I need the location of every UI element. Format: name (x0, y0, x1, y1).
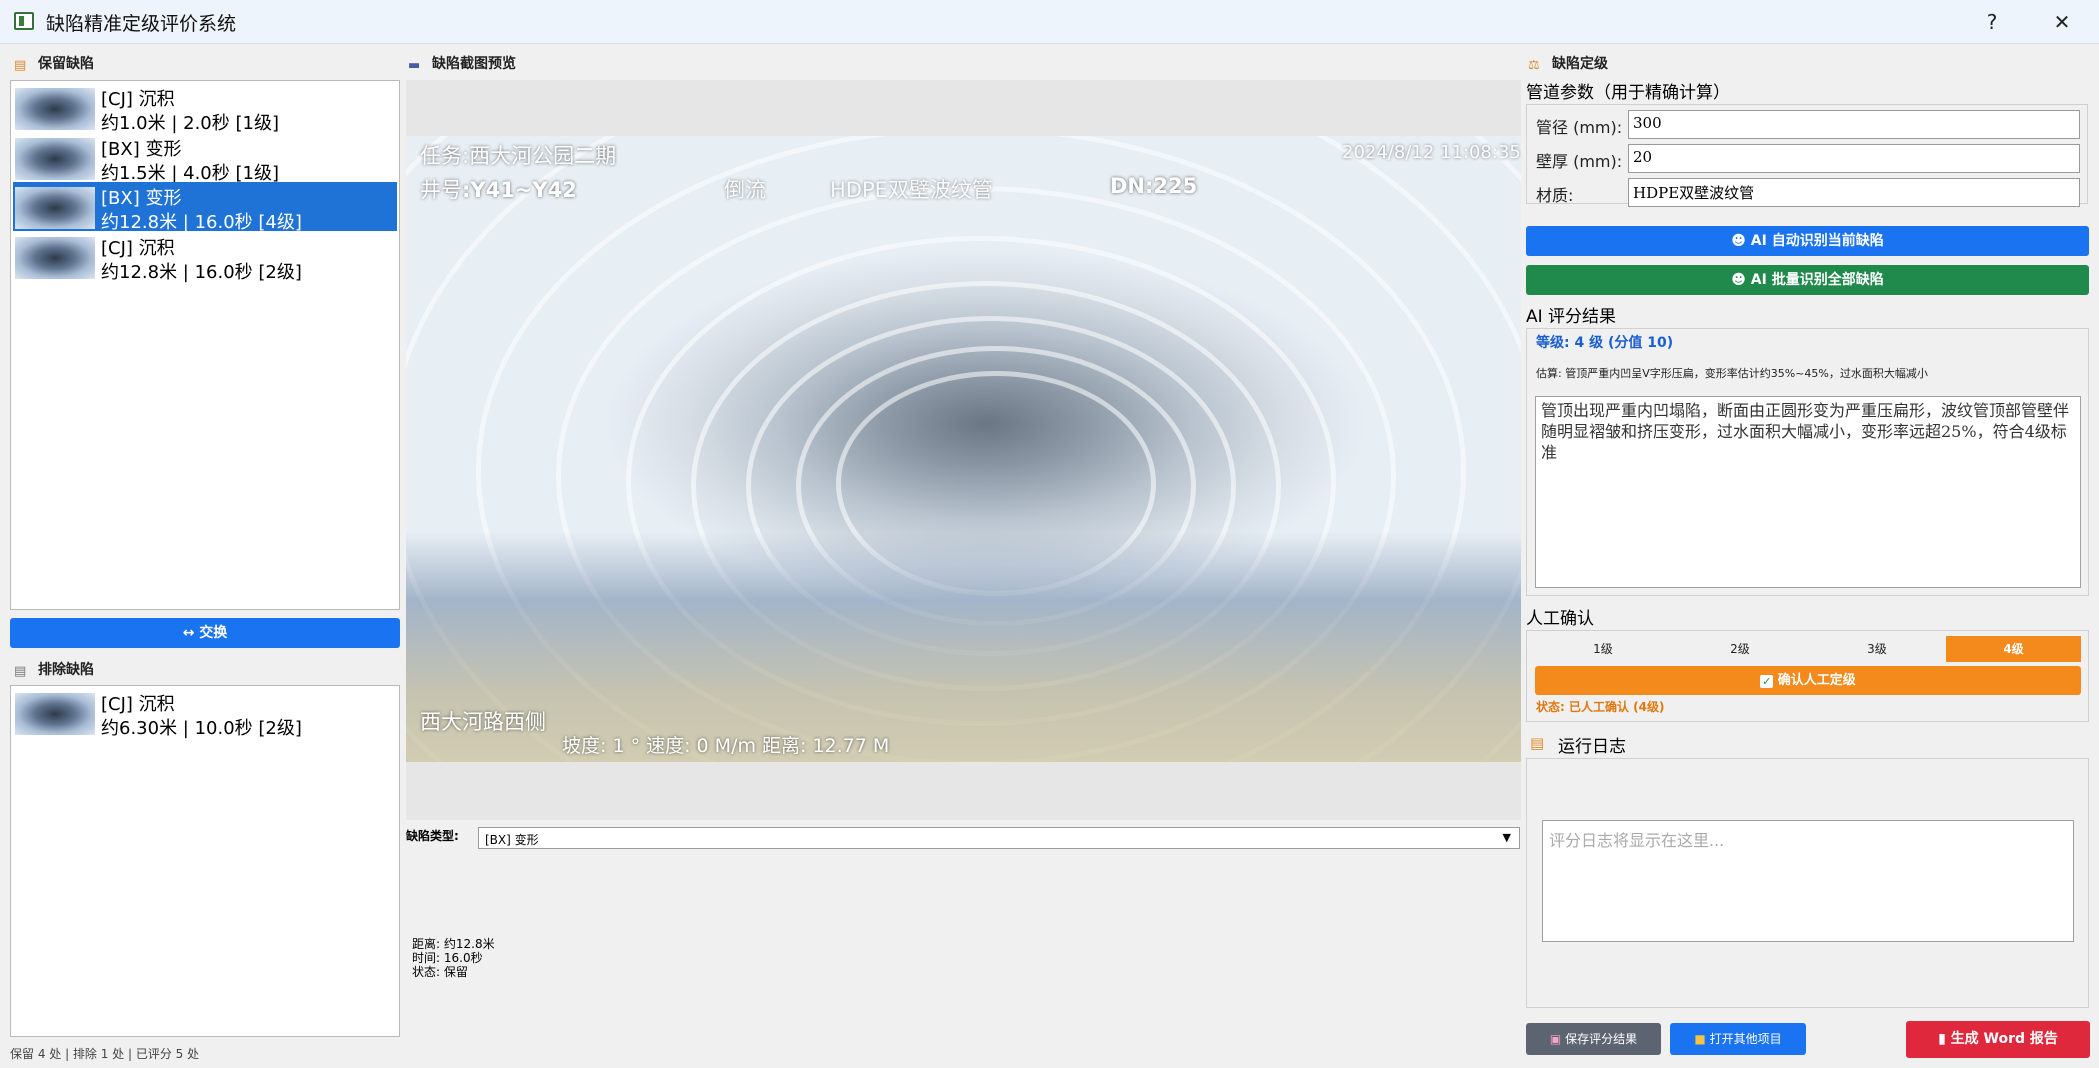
document-icon: ▮ (1938, 1031, 1946, 1047)
osd-datetime: 2024/8/12 11:08:35 (1342, 142, 1521, 163)
excluded-list[interactable]: [CJ] 沉积 约6.30米 | 10.0秒 [2级] (10, 685, 400, 1037)
grade-line: 等级: 4 级 (分值 10) (1536, 335, 1674, 351)
defect-thumbnail (15, 138, 95, 180)
save-icon: ▣ (1549, 1032, 1562, 1046)
preview-header: 缺陷截图预览 (432, 56, 516, 72)
ai-description-text[interactable]: 管顶出现严重内凹塌陷，断面由正圆形变为严重压扁形，波纹管顶部管壁伴随明显褶皱和挤… (1535, 396, 2081, 588)
check-icon: ✓ (1760, 675, 1774, 688)
robot-icon: ☻ (1731, 272, 1746, 288)
defect-thumbnail (15, 693, 95, 735)
osd-well-number: :Y41~Y42 (462, 178, 577, 202)
thickness-input[interactable]: 20 (1628, 144, 2080, 173)
open-project-button[interactable]: ■ 打开其他项目 (1670, 1023, 1806, 1055)
osd-direction: 倒流 (724, 178, 766, 202)
item-type: [CJ] 沉积 (101, 89, 175, 110)
excluded-section-icon: ▤ (14, 664, 27, 679)
log-title: 运行日志 (1558, 737, 1626, 757)
osd-well-prefix: 井号 (420, 178, 462, 202)
grade-option-4-selected[interactable]: 4级 (1946, 636, 2081, 662)
list-item[interactable]: [CJ] 沉积 约12.8米 | 16.0秒 [2级] (13, 232, 397, 283)
robot-icon: ☻ (1731, 233, 1746, 249)
ai-result-title: AI 评分结果 (1526, 307, 1617, 327)
grade-option-3[interactable]: 3级 (1809, 636, 1945, 662)
status-bar: 保留 4 处 | 排除 1 处 | 已评分 5 处 (10, 1047, 200, 1061)
excluded-header: 排除缺陷 (38, 662, 94, 678)
item-detail: 约1.0米 | 2.0秒 [1级] (101, 113, 279, 134)
window-title: 缺陷精准定级评价系统 (46, 13, 237, 35)
ai-identify-all-label: AI 批量识别全部缺陷 (1750, 272, 1884, 288)
grade-option-1[interactable]: 1级 (1535, 636, 1671, 662)
defect-screenshot: 任务:西大河公园二期 2024/8/12 11:08:35 井号:Y41~Y42… (406, 136, 1521, 762)
item-detail: 约12.8米 | 16.0秒 [4级] (101, 212, 302, 233)
osd-task: 任务:西大河公园二期 (420, 144, 617, 168)
osd-location: 西大河路西侧 (420, 710, 546, 734)
close-button[interactable]: ✕ (2036, 6, 2088, 38)
ai-identify-current-label: AI 自动识别当前缺陷 (1750, 233, 1884, 249)
defect-thumbnail (15, 187, 95, 229)
item-detail: 约12.8米 | 16.0秒 [2级] (101, 262, 302, 283)
item-type: [BX] 变形 (101, 139, 182, 160)
diameter-input[interactable]: 300 (1628, 110, 2080, 139)
log-output[interactable]: 评分日志将显示在这里... (1542, 820, 2074, 942)
folder-icon: ■ (1694, 1032, 1706, 1046)
grading-header: 缺陷定级 (1552, 56, 1608, 72)
estimate-line: 估算: 管顶严重内凹呈V字形压扁，变形率估计约35%~45%，过水面积大幅减小 (1536, 367, 1928, 380)
info-key: 时间: (412, 951, 441, 965)
defect-type-value: [BX] 变形 (485, 833, 539, 847)
retained-list[interactable]: [CJ] 沉积 约1.0米 | 2.0秒 [1级] [BX] 变形 约1.5米 … (10, 80, 400, 610)
preview-section-icon: ▬ (408, 58, 421, 73)
osd-well: 井号:Y41~Y42 (420, 174, 577, 204)
retained-header: 保留缺陷 (38, 56, 94, 72)
app-icon (14, 12, 34, 30)
grade-selector[interactable]: 1级 2级 3级 4级 (1535, 636, 2081, 662)
item-type: [BX] 变形 (101, 188, 182, 209)
info-value: 保留 (443, 965, 468, 979)
chevron-down-icon: ▼ (1502, 831, 1511, 844)
confirm-grade-label: 确认人工定级 (1777, 673, 1856, 688)
help-button[interactable]: ? (1966, 6, 2018, 38)
grade-option-2[interactable]: 2级 (1672, 636, 1808, 662)
defect-thumbnail (15, 88, 95, 130)
material-label: 材质: (1536, 186, 1574, 205)
material-input[interactable]: HDPE双壁波纹管 (1628, 178, 2080, 207)
title-bar: 缺陷精准定级评价系统 ? ✕ (0, 0, 2099, 44)
open-project-label: 打开其他项目 (1709, 1032, 1782, 1046)
save-results-label: 保存评分结果 (1565, 1032, 1638, 1046)
list-item-selected[interactable]: [BX] 变形 约12.8米 | 16.0秒 [4级] (13, 182, 397, 233)
diameter-label: 管径 (mm): (1536, 118, 1623, 137)
osd-metrics: 坡度: 1 ° 速度: 0 M/m 距离: 12.77 M (562, 735, 890, 757)
log-icon: ▤ (1530, 734, 1545, 752)
item-type: [CJ] 沉积 (101, 694, 175, 715)
ai-identify-current-button[interactable]: ☻ AI 自动识别当前缺陷 (1526, 226, 2089, 256)
list-item[interactable]: [CJ] 沉积 约6.30米 | 10.0秒 [2级] (13, 688, 397, 739)
grading-section-icon: ⚖ (1528, 58, 1540, 73)
item-type: [CJ] 沉积 (101, 238, 175, 259)
info-value: 16.0秒 (443, 951, 483, 965)
ai-identify-all-button[interactable]: ☻ AI 批量识别全部缺陷 (1526, 265, 2089, 295)
defect-thumbnail (15, 237, 95, 279)
osd-dn: DN:225 (1110, 174, 1198, 198)
generate-report-label: 生成 Word 报告 (1950, 1031, 2058, 1047)
defect-type-label: 缺陷类型: (406, 829, 459, 843)
list-item[interactable]: [BX] 变形 约1.5米 | 4.0秒 [1级] (13, 133, 397, 184)
info-value: 约12.8米 (443, 937, 495, 951)
save-results-button[interactable]: ▣ 保存评分结果 (1526, 1023, 1661, 1055)
defect-type-select[interactable]: [BX] 变形 ▼ (478, 827, 1520, 849)
manual-confirm-title: 人工确认 (1526, 609, 1594, 629)
generate-report-button[interactable]: ▮ 生成 Word 报告 (1906, 1021, 2090, 1058)
list-item[interactable]: [CJ] 沉积 约1.0米 | 2.0秒 [1级] (13, 83, 397, 134)
osd-pipe-material: HDPE双壁波纹管 (830, 178, 993, 202)
confirm-status: 状态: 已人工确认 (4级) (1536, 700, 1665, 714)
confirm-grade-button[interactable]: ✓ 确认人工定级 (1535, 666, 2081, 695)
info-key: 距离: (412, 937, 441, 951)
retained-section-icon: ▤ (14, 58, 27, 73)
thickness-label: 壁厚 (mm): (1536, 152, 1623, 171)
defect-info: 距离: 约12.8米 时间: 16.0秒 状态: 保留 (412, 937, 495, 979)
item-detail: 约6.30米 | 10.0秒 [2级] (101, 718, 302, 739)
pipe-params-title: 管道参数（用于精确计算） (1526, 83, 1730, 103)
info-key: 状态: (412, 965, 441, 979)
swap-button[interactable]: ↔ 交换 (10, 618, 400, 648)
